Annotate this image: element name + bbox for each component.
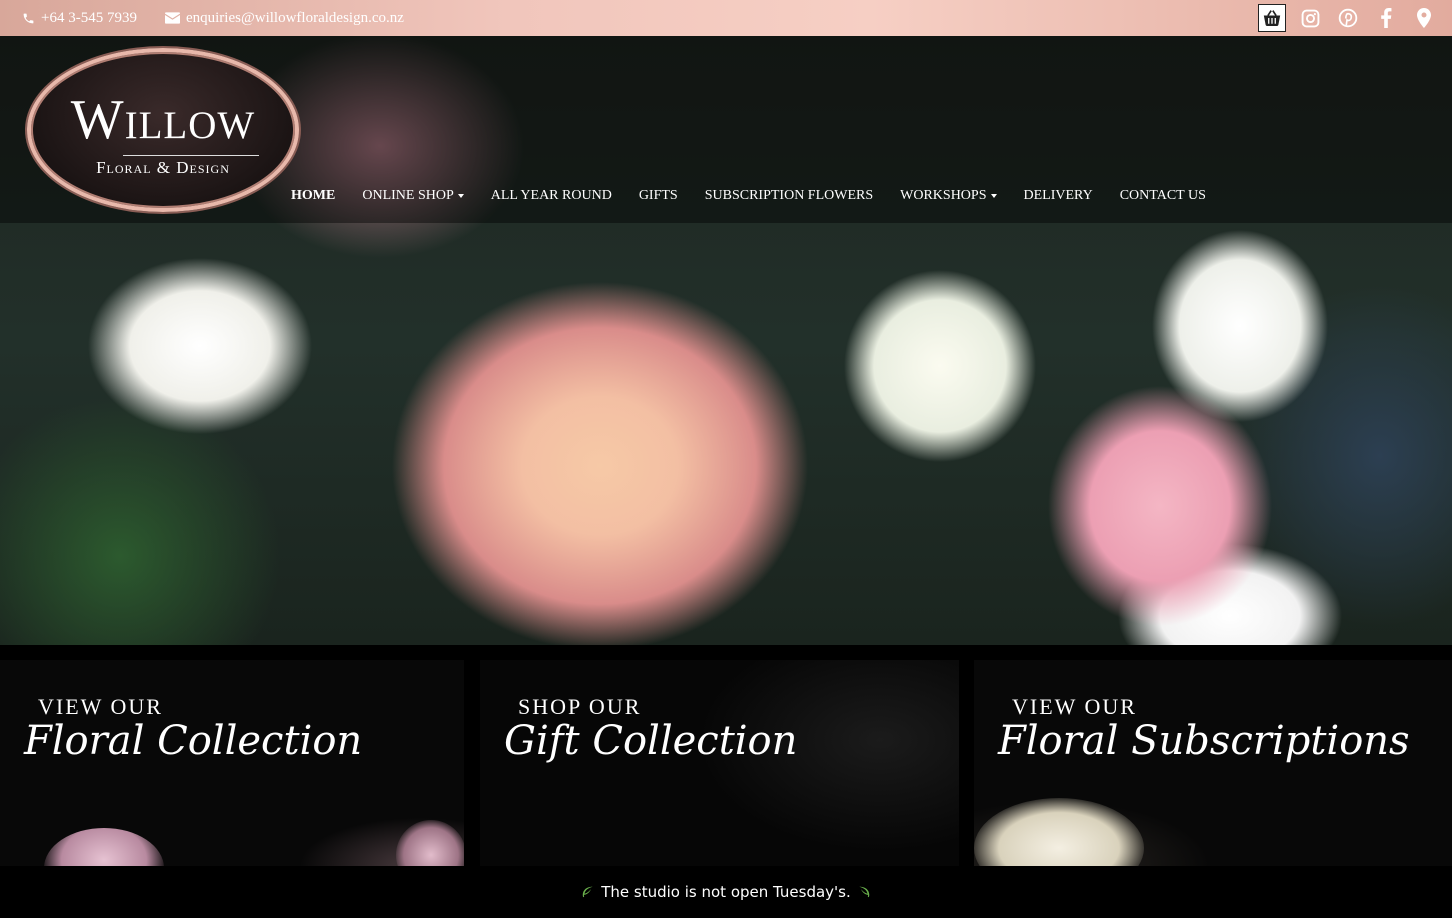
leaf-icon xyxy=(859,886,870,898)
studio-notice-text: The studio is not open Tuesday's. xyxy=(601,883,851,901)
nav-all-year-round-label: ALL YEAR ROUND xyxy=(490,188,612,203)
nav-online-shop[interactable]: ONLINE SHOP xyxy=(362,188,464,204)
phone-contact[interactable]: +64 3-545 7939 xyxy=(22,10,137,27)
willow-logo[interactable]: Willow Floral & Design xyxy=(27,48,299,212)
logo-tagline: Floral & Design xyxy=(96,158,230,177)
email-address: enquiries@willowfloraldesign.co.nz xyxy=(185,9,404,26)
panel-floral-collection[interactable]: VIEW OUR Floral Collection xyxy=(0,660,464,866)
nav-delivery-label: DELIVERY xyxy=(1023,188,1093,203)
top-contact-bar: +64 3-545 7939 enquiries@willowfloraldes… xyxy=(0,0,1452,36)
panel-kicker: VIEW OUR xyxy=(38,694,163,719)
nav-workshops-label: WORKSHOPS xyxy=(900,188,987,203)
envelope-icon xyxy=(164,12,180,24)
phone-icon xyxy=(23,13,34,23)
social-links xyxy=(1248,4,1438,32)
main-navigation: HOME ONLINE SHOP ALL YEAR ROUND GIFTS SU… xyxy=(291,187,1233,205)
nav-home[interactable]: HOME xyxy=(291,188,335,204)
basket-icon[interactable] xyxy=(1258,4,1286,32)
flower-photo xyxy=(974,798,1144,866)
panel-script-title: Floral Subscriptions xyxy=(998,718,1410,764)
nav-gifts[interactable]: GIFTS xyxy=(639,188,678,204)
nav-contact-us[interactable]: CONTACT US xyxy=(1120,188,1206,204)
panel-kicker: SHOP OUR xyxy=(518,694,642,719)
studio-notice-bar: The studio is not open Tuesday's. xyxy=(0,866,1452,918)
nav-delivery[interactable]: DELIVERY xyxy=(1024,188,1093,204)
caret-down-icon xyxy=(990,194,997,198)
nav-workshops[interactable]: WORKSHOPS xyxy=(900,188,997,204)
nav-subscription-flowers-label: SUBSCRIPTION FLOWERS xyxy=(704,188,874,203)
flower-photo xyxy=(44,828,164,866)
email-contact[interactable]: enquiries@willowfloraldesign.co.nz xyxy=(164,9,404,27)
nav-home-label: HOME xyxy=(291,188,336,203)
instagram-icon[interactable] xyxy=(1296,4,1324,32)
flower-photo xyxy=(396,820,464,866)
panel-script-title: Floral Collection xyxy=(24,718,363,764)
phone-number: +64 3-545 7939 xyxy=(41,9,137,26)
leaf-icon xyxy=(582,886,593,898)
nav-all-year-round[interactable]: ALL YEAR ROUND xyxy=(491,188,612,204)
facebook-icon[interactable] xyxy=(1372,4,1400,32)
nav-online-shop-label: ONLINE SHOP xyxy=(362,188,454,203)
nav-gifts-label: GIFTS xyxy=(638,188,678,203)
panel-floral-subscriptions[interactable]: VIEW OUR Floral Subscriptions xyxy=(974,660,1452,866)
panel-kicker: VIEW OUR xyxy=(1012,694,1137,719)
panel-script-title: Gift Collection xyxy=(504,718,798,764)
map-pin-icon[interactable] xyxy=(1410,4,1438,32)
nav-contact-us-label: CONTACT US xyxy=(1119,188,1206,203)
logo-divider xyxy=(123,155,259,156)
nav-subscription-flowers[interactable]: SUBSCRIPTION FLOWERS xyxy=(705,188,873,204)
pinterest-icon[interactable] xyxy=(1334,4,1362,32)
panel-gift-collection[interactable]: SHOP OUR Gift Collection xyxy=(480,660,959,866)
caret-down-icon xyxy=(457,194,464,198)
logo-wordmark: Willow xyxy=(70,89,256,151)
